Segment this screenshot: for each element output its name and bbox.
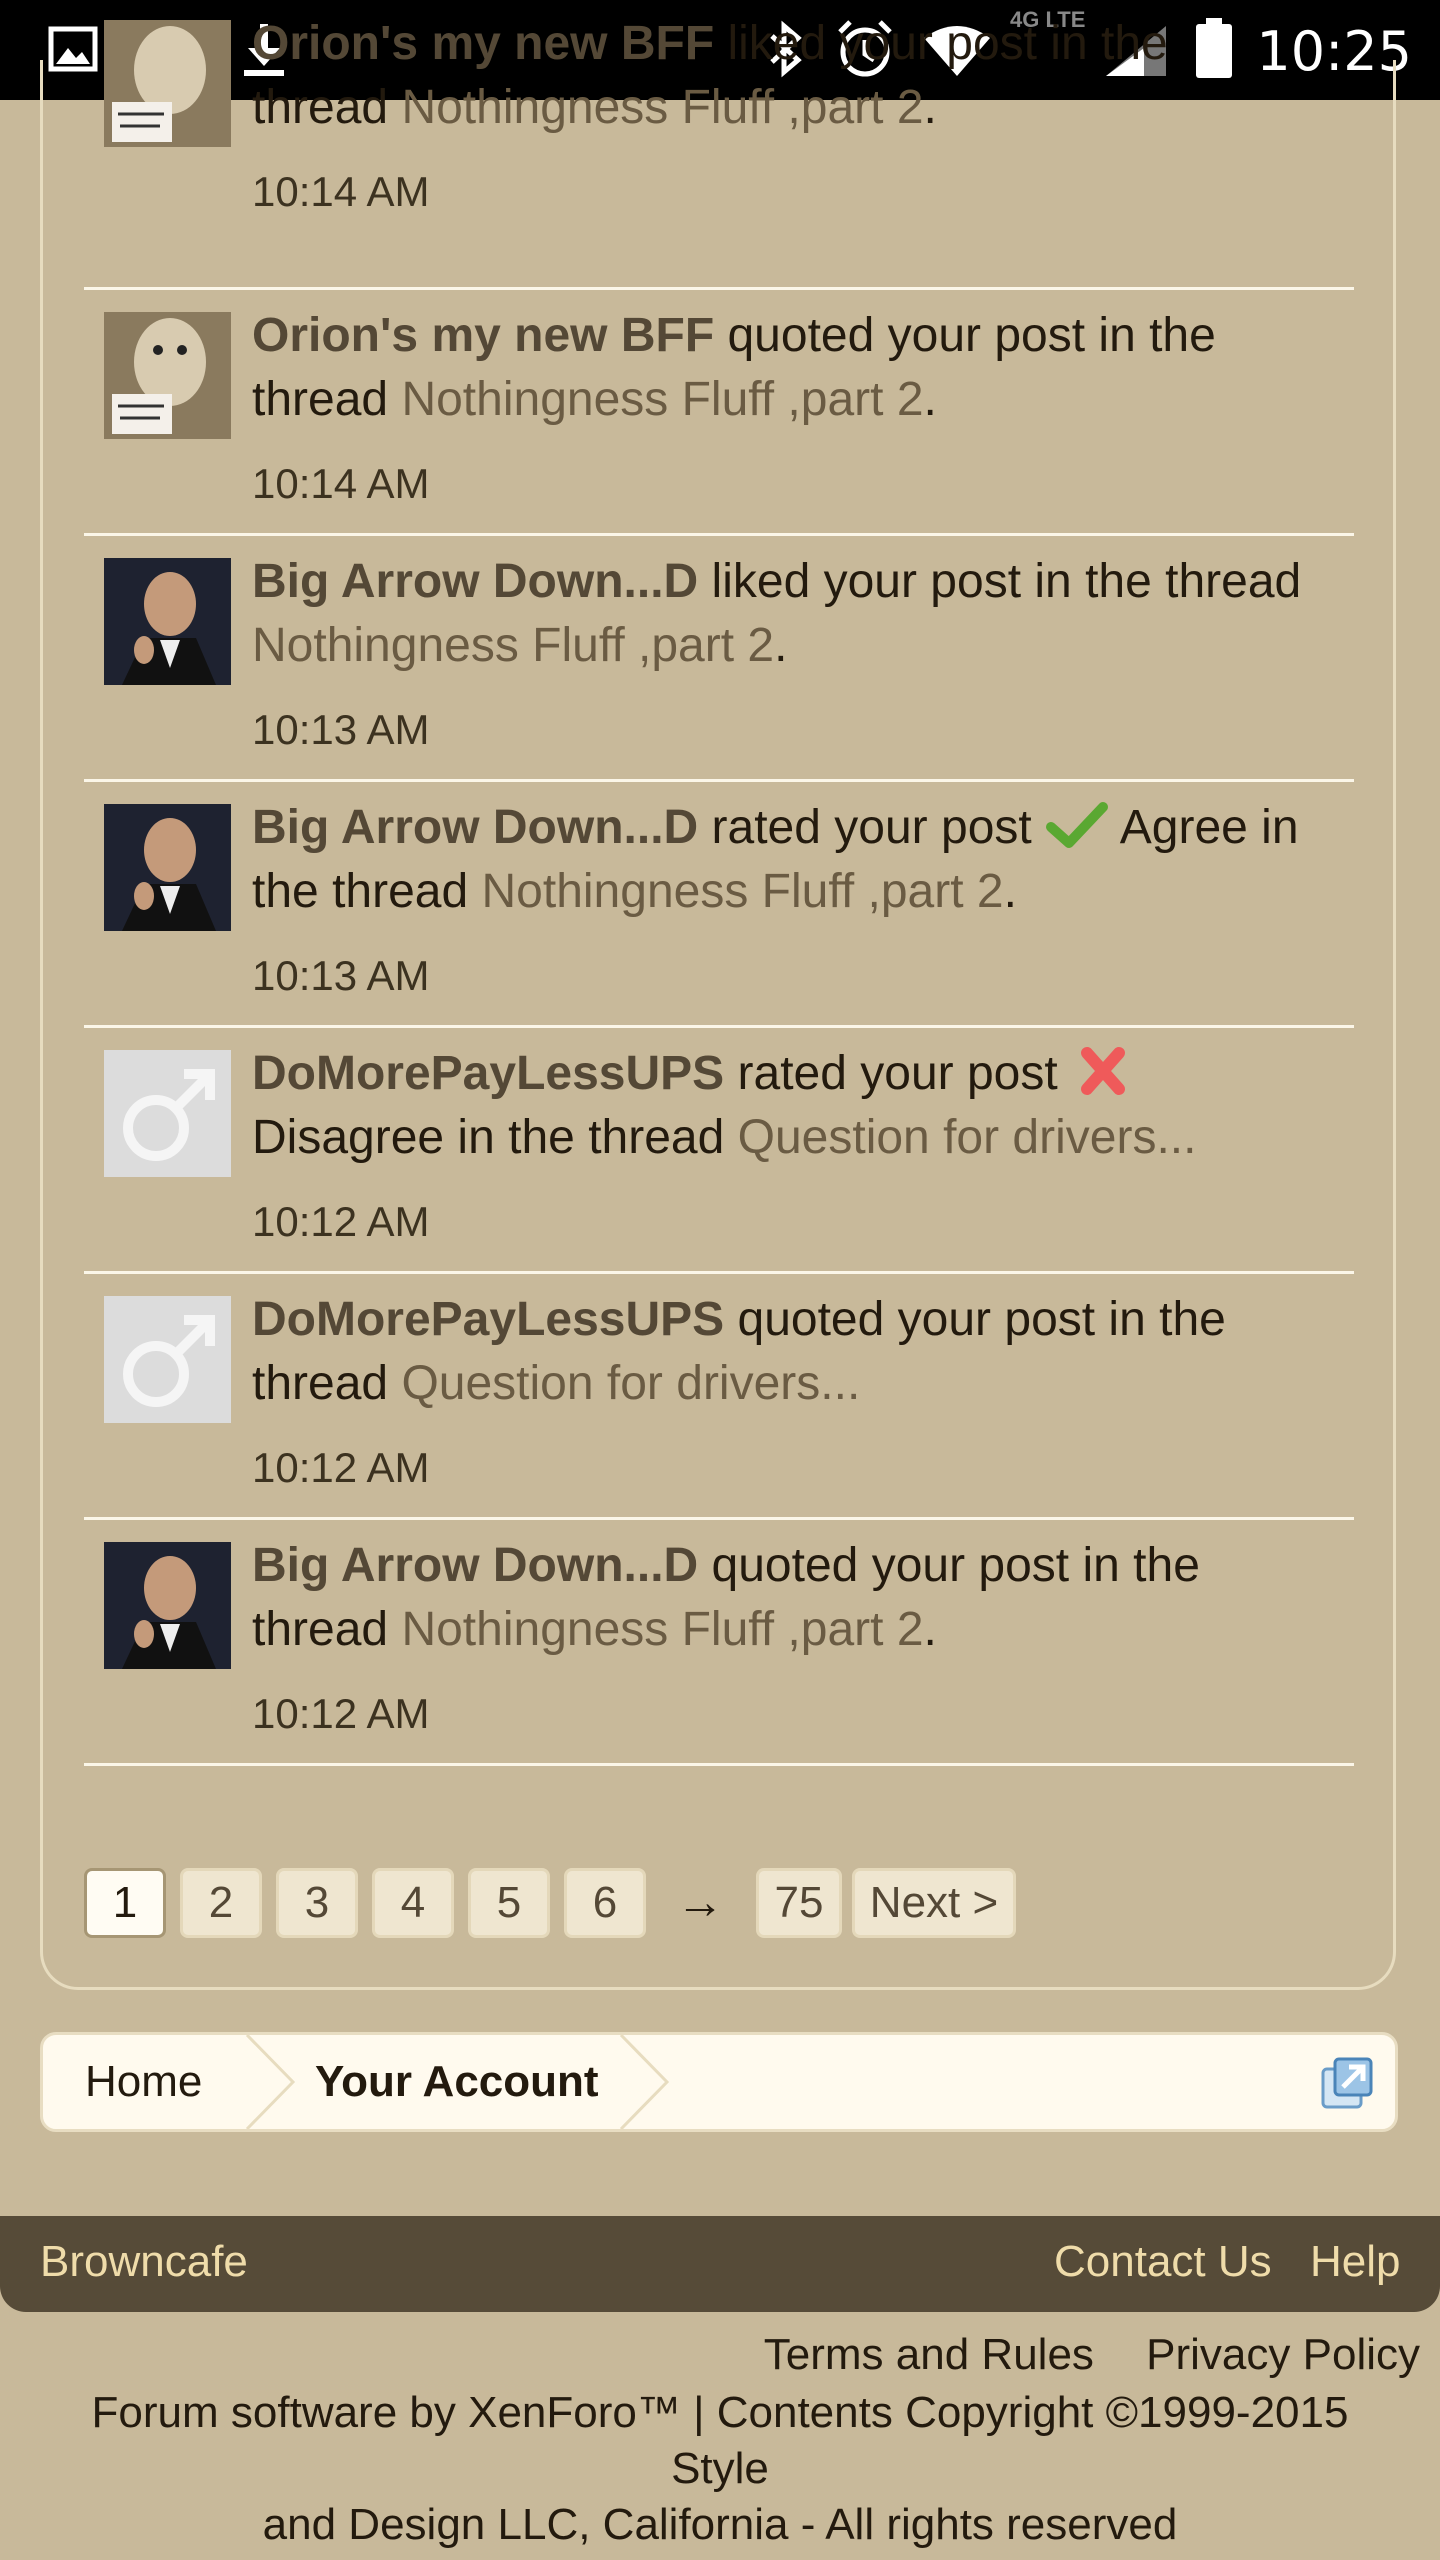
page-button-last[interactable]: 75 bbox=[756, 1868, 842, 1938]
thread-link[interactable]: Nothingness Fluff ,part 2 bbox=[401, 373, 923, 426]
page-button[interactable]: 6 bbox=[564, 1868, 646, 1938]
breadcrumb-separator bbox=[245, 2035, 296, 2129]
punctuation: . bbox=[1003, 865, 1017, 918]
punctuation: . bbox=[923, 373, 937, 426]
rating-label: Disagree bbox=[252, 1111, 445, 1164]
thread-link[interactable]: Question for drivers... bbox=[401, 1357, 860, 1410]
thread-link[interactable]: Nothingness Fluff ,part 2 bbox=[401, 1603, 923, 1656]
username-link[interactable]: Orion's my new BFF bbox=[252, 309, 714, 362]
footer-bar: Browncafe Contact Us Help bbox=[0, 2216, 1440, 2312]
notification-item[interactable]: Orion's my new BFF quoted your post in t… bbox=[84, 290, 1354, 536]
jump-to-icon[interactable] bbox=[1319, 2055, 1375, 2111]
notification-text: Orion's my new BFF quoted your post in t… bbox=[252, 304, 1302, 432]
thread-link[interactable]: Nothingness Fluff ,part 2 bbox=[482, 865, 1004, 918]
page-button-current[interactable]: 1 bbox=[84, 1868, 166, 1938]
privacy-link[interactable]: Privacy Policy bbox=[1146, 2330, 1420, 2379]
timestamp: 10:12 AM bbox=[252, 1444, 430, 1491]
timestamp: 10:12 AM bbox=[252, 1198, 430, 1245]
username-link[interactable]: DoMorePayLessUPS bbox=[252, 1047, 724, 1100]
copyright-line: Forum software by XenForo™ | Contents Co… bbox=[91, 2388, 1349, 2493]
notification-list: Orion's my new BFF liked your post in th… bbox=[84, 17, 1354, 1766]
thread-link[interactable]: Nothingness Fluff ,part 2 bbox=[252, 619, 774, 672]
punctuation: . bbox=[923, 1603, 937, 1656]
notification-item[interactable]: DoMorePayLessUPS quoted your post in the… bbox=[84, 1274, 1354, 1520]
terms-link[interactable]: Terms and Rules bbox=[764, 2330, 1094, 2379]
footer-site-link[interactable]: Browncafe bbox=[40, 2216, 248, 2308]
breadcrumb: Home Your Account bbox=[40, 2032, 1398, 2132]
action-text: rated your post bbox=[724, 1047, 1072, 1100]
notification-item[interactable]: Orion's my new BFF liked your post in th… bbox=[84, 17, 1354, 290]
timestamp: 10:13 AM bbox=[252, 706, 430, 753]
timestamp: 10:12 AM bbox=[252, 1690, 430, 1737]
dog-avatar[interactable] bbox=[104, 312, 231, 439]
notification-text: DoMorePayLessUPS rated your post Disagre… bbox=[252, 1042, 1302, 1170]
username-link[interactable]: Big Arrow Down...D bbox=[252, 555, 698, 608]
username-link[interactable]: DoMorePayLessUPS bbox=[252, 1293, 724, 1346]
page-button[interactable]: 3 bbox=[276, 1868, 358, 1938]
action-text: liked your post in the thread bbox=[698, 555, 1302, 608]
godfather-avatar[interactable] bbox=[104, 804, 231, 931]
notification-item[interactable]: Big Arrow Down...D liked your post in th… bbox=[84, 536, 1354, 782]
action-text: rated your post bbox=[698, 801, 1046, 854]
page-button[interactable]: 5 bbox=[468, 1868, 550, 1938]
punctuation: . bbox=[774, 619, 788, 672]
breadcrumb-your-account[interactable]: Your Account bbox=[315, 2035, 599, 2129]
username-link[interactable]: Big Arrow Down...D bbox=[252, 801, 698, 854]
male-symbol-avatar[interactable] bbox=[104, 1050, 231, 1177]
username-link[interactable]: Big Arrow Down...D bbox=[252, 1539, 698, 1592]
timestamp: 10:14 AM bbox=[252, 168, 430, 215]
footer-help-link[interactable]: Help bbox=[1310, 2216, 1401, 2308]
x-icon bbox=[1081, 1047, 1126, 1095]
timestamp: 10:14 AM bbox=[252, 460, 430, 507]
page-button[interactable]: 4 bbox=[372, 1868, 454, 1938]
godfather-avatar[interactable] bbox=[104, 1542, 231, 1669]
notification-item[interactable]: DoMorePayLessUPS rated your post Disagre… bbox=[84, 1028, 1354, 1274]
notification-item[interactable]: Big Arrow Down...D rated your post Agree… bbox=[84, 782, 1354, 1028]
notification-item[interactable]: Big Arrow Down...D quoted your post in t… bbox=[84, 1520, 1354, 1766]
dog-avatar[interactable] bbox=[104, 20, 231, 147]
copyright-line: and Design LLC, California - All rights … bbox=[262, 2500, 1178, 2549]
notification-text: Big Arrow Down...D quoted your post in t… bbox=[252, 1534, 1302, 1662]
notification-text: Orion's my new BFF liked your post in th… bbox=[252, 12, 1302, 140]
notification-text: DoMorePayLessUPS quoted your post in the… bbox=[252, 1288, 1302, 1416]
timestamp: 10:13 AM bbox=[252, 952, 430, 999]
punctuation: . bbox=[923, 81, 937, 134]
action-text: in the thread bbox=[444, 1111, 738, 1164]
username-link[interactable]: Orion's my new BFF bbox=[252, 17, 714, 70]
thread-link[interactable]: Nothingness Fluff ,part 2 bbox=[401, 81, 923, 134]
legal-links: Terms and Rules Privacy Policy bbox=[724, 2330, 1420, 2380]
breadcrumb-separator bbox=[619, 2035, 670, 2129]
next-page-button[interactable]: Next > bbox=[852, 1868, 1016, 1938]
rating-label: Agree bbox=[1119, 801, 1248, 854]
notification-text: Big Arrow Down...D liked your post in th… bbox=[252, 550, 1302, 678]
copyright: Forum software by XenForo™ | Contents Co… bbox=[40, 2385, 1400, 2553]
check-icon bbox=[1046, 802, 1109, 848]
page-gap-arrow: → bbox=[676, 1876, 724, 1929]
godfather-avatar[interactable] bbox=[104, 558, 231, 685]
male-symbol-avatar[interactable] bbox=[104, 1296, 231, 1423]
breadcrumb-home[interactable]: Home bbox=[85, 2035, 202, 2129]
thread-link[interactable]: Question for drivers... bbox=[738, 1111, 1197, 1164]
page-button[interactable]: 2 bbox=[180, 1868, 262, 1938]
footer-contact-link[interactable]: Contact Us bbox=[1054, 2216, 1272, 2308]
notification-text: Big Arrow Down...D rated your post Agree… bbox=[252, 796, 1302, 924]
